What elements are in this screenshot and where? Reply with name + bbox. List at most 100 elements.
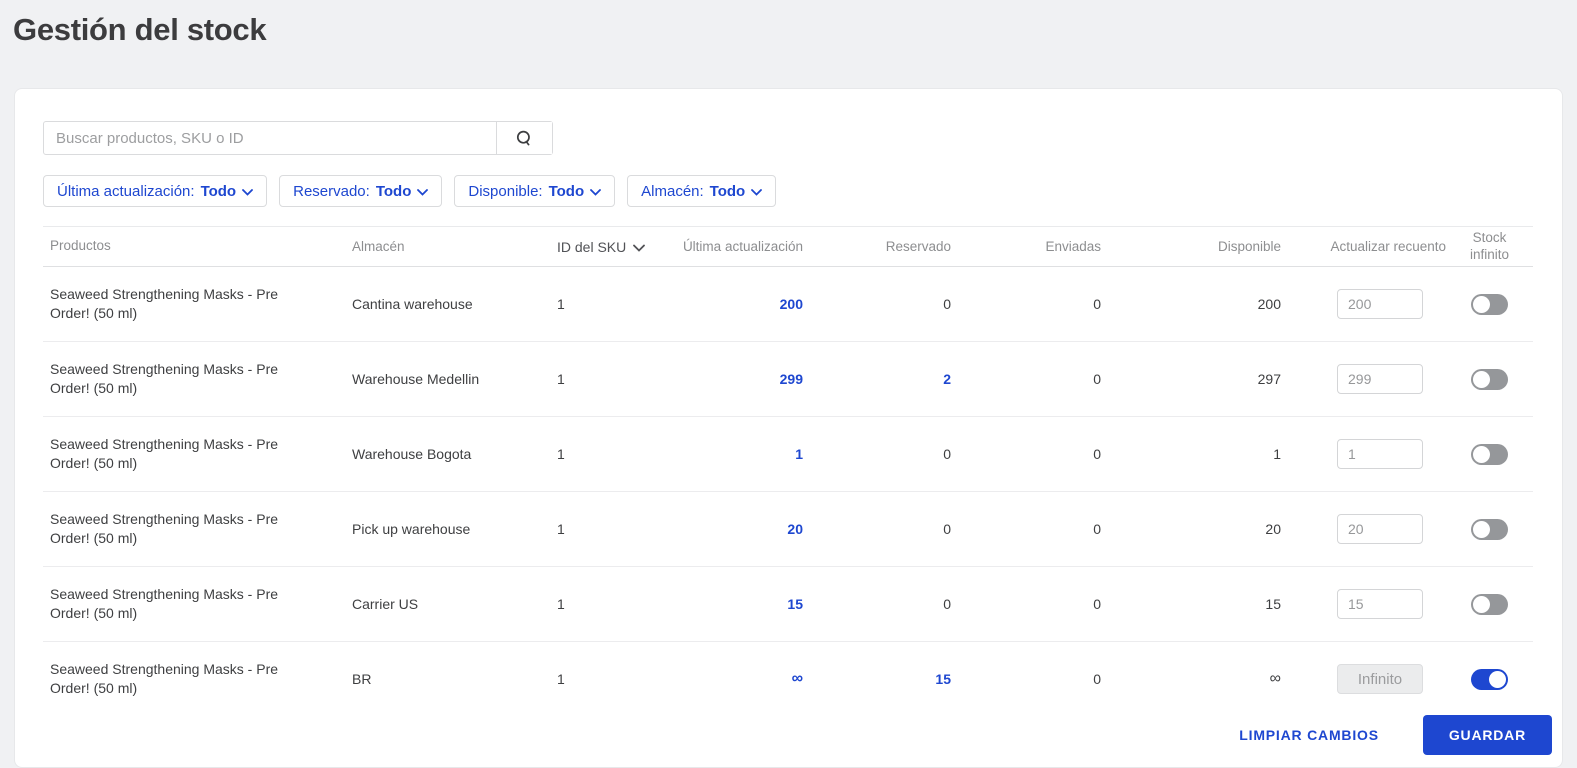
- filter-last-update[interactable]: Última actualización: Todo: [43, 175, 268, 207]
- table-row: Seaweed Strengthening Masks - Pre Order!…: [43, 267, 1533, 342]
- warehouse-name: Cantina warehouse: [352, 296, 473, 312]
- toggle-knob: [1473, 295, 1490, 313]
- table-row: Seaweed Strengthening Masks - Pre Order!…: [43, 417, 1533, 492]
- reserved-link[interactable]: 2: [803, 371, 951, 387]
- header-reserved: Reservado: [885, 239, 951, 254]
- filter-value: Todo: [548, 182, 585, 200]
- chevron-down-icon: [633, 239, 646, 255]
- search-icon: [515, 129, 534, 148]
- page-title: Gestión del stock: [13, 12, 267, 47]
- save-button[interactable]: GUARDAR: [1422, 715, 1552, 755]
- header-shipped: Enviadas: [1045, 239, 1101, 254]
- filter-label: Última actualización:: [57, 182, 195, 200]
- header-sku-id-sort[interactable]: ID del SKU: [543, 239, 653, 255]
- table-header-row: Productos Almacén ID del SKU Última actu…: [43, 226, 1533, 267]
- sku-id: 1: [557, 596, 565, 612]
- header-last-update: Última actualización: [682, 239, 803, 254]
- reserved-value: 0: [943, 446, 951, 462]
- reserved-link[interactable]: 15: [803, 671, 951, 687]
- shipped-value: 0: [1093, 446, 1101, 462]
- filter-label: Disponible:: [468, 182, 543, 200]
- infinite-stock-toggle[interactable]: [1471, 293, 1508, 315]
- product-name: Seaweed Strengthening Masks - Pre Order!…: [50, 661, 279, 696]
- reserved-value: 0: [943, 596, 951, 612]
- warehouse-name: Carrier US: [352, 596, 419, 612]
- product-name: Seaweed Strengthening Masks - Pre Order!…: [50, 511, 279, 546]
- clear-changes-button[interactable]: LIMPIAR CAMBIOS: [1233, 726, 1385, 744]
- last-update-link[interactable]: 20: [653, 521, 803, 537]
- available-value: ∞: [1269, 670, 1281, 687]
- shipped-value: 0: [1093, 521, 1101, 537]
- header-update-count: Actualizar recuento: [1330, 239, 1446, 254]
- warehouse-name: BR: [352, 671, 372, 687]
- available-value: 15: [1265, 596, 1281, 612]
- product-name: Seaweed Strengthening Masks - Pre Order!…: [50, 436, 279, 471]
- filter-value: Todo: [200, 182, 237, 200]
- filter-warehouse[interactable]: Almacén: Todo: [627, 175, 777, 207]
- infinite-stock-toggle[interactable]: [1471, 593, 1508, 615]
- filter-value: Todo: [709, 182, 746, 200]
- available-value: 297: [1257, 371, 1281, 387]
- table-row: Seaweed Strengthening Masks - Pre Order!…: [43, 492, 1533, 567]
- chevron-down-icon: [751, 183, 763, 200]
- filter-value: Todo: [375, 182, 412, 200]
- shipped-value: 0: [1093, 296, 1101, 312]
- infinite-stock-toggle[interactable]: [1471, 668, 1508, 690]
- last-update-link[interactable]: 15: [653, 596, 803, 612]
- reserved-value: 0: [943, 521, 951, 537]
- reserved-value: 0: [943, 296, 951, 312]
- filter-bar: Última actualización: Todo Reservado: To…: [43, 175, 1534, 207]
- shipped-value: 0: [1093, 671, 1101, 687]
- search-button[interactable]: [496, 122, 552, 154]
- sku-id: 1: [557, 296, 565, 312]
- toggle-knob: [1473, 370, 1490, 388]
- filter-available[interactable]: Disponible: Todo: [454, 175, 616, 207]
- update-count-input[interactable]: [1337, 364, 1423, 394]
- search-bar: [43, 121, 553, 155]
- filter-reserved[interactable]: Reservado: Todo: [279, 175, 443, 207]
- product-name: Seaweed Strengthening Masks - Pre Order!…: [50, 361, 279, 396]
- header-products: Productos: [50, 238, 111, 254]
- stock-table: Productos Almacén ID del SKU Última actu…: [43, 226, 1533, 705]
- update-count-input: [1337, 664, 1423, 694]
- toggle-knob: [1473, 445, 1490, 463]
- warehouse-name: Warehouse Medellin: [352, 371, 480, 387]
- warehouse-name: Pick up warehouse: [352, 521, 471, 537]
- stock-management-card: Última actualización: Todo Reservado: To…: [14, 88, 1563, 768]
- table-row: Seaweed Strengthening Masks - Pre Order!…: [43, 342, 1533, 417]
- header-sku-id-label: ID del SKU: [557, 238, 627, 255]
- warehouse-name: Warehouse Bogota: [352, 446, 472, 462]
- shipped-value: 0: [1093, 371, 1101, 387]
- shipped-value: 0: [1093, 596, 1101, 612]
- infinite-stock-toggle[interactable]: [1471, 368, 1508, 390]
- sku-id: 1: [557, 671, 565, 687]
- update-count-input[interactable]: [1337, 439, 1423, 469]
- header-infinite-stock: Stock infinito: [1469, 229, 1510, 262]
- update-count-input[interactable]: [1337, 514, 1423, 544]
- table-row: Seaweed Strengthening Masks - Pre Order!…: [43, 567, 1533, 642]
- update-count-input[interactable]: [1337, 589, 1423, 619]
- chevron-down-icon: [417, 183, 429, 200]
- header-warehouse: Almacén: [352, 239, 405, 254]
- last-update-link[interactable]: ∞: [653, 670, 803, 688]
- product-name: Seaweed Strengthening Masks - Pre Order!…: [50, 586, 279, 621]
- chevron-down-icon: [590, 183, 602, 200]
- last-update-link[interactable]: 1: [653, 446, 803, 462]
- toggle-knob: [1473, 595, 1490, 613]
- header-available: Disponible: [1217, 239, 1281, 254]
- sku-id: 1: [557, 521, 565, 537]
- last-update-link[interactable]: 200: [653, 296, 803, 312]
- filter-label: Almacén:: [641, 182, 704, 200]
- table-body: Seaweed Strengthening Masks - Pre Order!…: [43, 267, 1533, 705]
- search-input[interactable]: [44, 122, 496, 154]
- table-row: Seaweed Strengthening Masks - Pre Order!…: [43, 642, 1533, 705]
- available-value: 1: [1273, 446, 1281, 462]
- toggle-knob: [1473, 520, 1490, 538]
- filter-label: Reservado:: [293, 182, 370, 200]
- update-count-input[interactable]: [1337, 289, 1423, 319]
- infinite-stock-toggle[interactable]: [1471, 518, 1508, 540]
- sku-id: 1: [557, 446, 565, 462]
- last-update-link[interactable]: 299: [653, 371, 803, 387]
- infinite-stock-toggle[interactable]: [1471, 443, 1508, 465]
- available-value: 20: [1265, 521, 1281, 537]
